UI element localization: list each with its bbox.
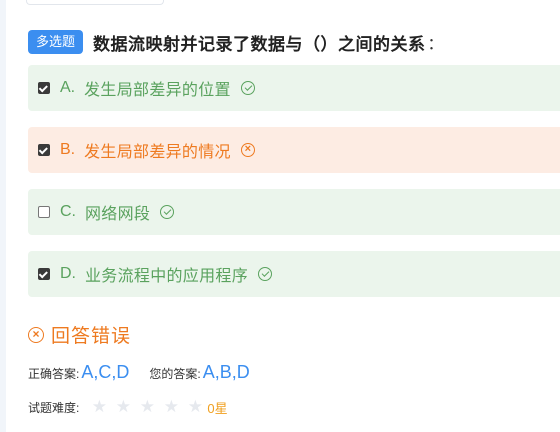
difficulty-row: 试题难度: ★ ★ ★ ★ ★ 0星 (28, 397, 228, 417)
star-icon: ★ (187, 397, 203, 416)
option-c-letter: C. (60, 203, 76, 220)
question-colon: ： (427, 36, 444, 53)
x-circle-icon: × (240, 143, 255, 157)
star-icon: ★ (91, 397, 107, 416)
option-c[interactable]: C. 网络网段 (28, 189, 560, 235)
option-a-checkbox[interactable] (38, 82, 50, 94)
option-a[interactable]: A. 发生局部差异的位置 (28, 65, 560, 111)
x-circle-icon: × (28, 326, 44, 343)
your-answer-label: 您的答案: (149, 367, 201, 381)
option-d[interactable]: D. 业务流程中的应用程序 (28, 251, 560, 297)
star-icon: ★ (163, 397, 179, 416)
check-circle-icon (160, 205, 175, 219)
option-d-text: 业务流程中的应用程序 (85, 268, 249, 285)
answer-summary: 正确答案: A,C,D 您的答案: A,B,D (28, 362, 250, 383)
option-b-checkbox[interactable] (38, 144, 50, 156)
option-b-letter: B. (60, 141, 76, 158)
difficulty-label: 试题难度: (28, 400, 80, 415)
star-icon: ★ (139, 397, 155, 416)
question-header: 多选题 数据流映射并记录了数据与（）之间的关系 ： (28, 29, 444, 55)
option-a-letter: A. (60, 79, 76, 96)
correct-answer-label: 正确答案: (28, 367, 80, 381)
answer-result: × 回答错误 (28, 321, 131, 348)
star-icon: ★ (115, 397, 131, 416)
option-c-text: 网络网段 (85, 206, 151, 223)
question-text: 数据流映射并记录了数据与（）之间的关系 (93, 34, 426, 54)
difficulty-value: 0星 (207, 400, 228, 416)
option-b[interactable]: B. 发生局部差异的情况 × (28, 127, 560, 173)
correct-answer-value: A,C,D (81, 362, 130, 382)
option-c-checkbox[interactable] (38, 206, 50, 218)
question-type-badge: 多选题 (28, 30, 84, 54)
result-text: 回答错误 (51, 326, 132, 347)
check-circle-icon (240, 81, 255, 95)
your-answer-value: A,B,D (202, 362, 250, 382)
option-b-text: 发生局部差异的情况 (84, 144, 231, 161)
option-a-text: 发生局部差异的位置 (84, 82, 231, 99)
top-dropdown-stub[interactable] (26, 0, 164, 5)
check-circle-icon (258, 267, 273, 281)
option-d-letter: D. (60, 265, 76, 282)
option-d-checkbox[interactable] (38, 268, 50, 280)
left-rail (0, 0, 6, 432)
difficulty-stars: ★ ★ ★ ★ ★ (87, 397, 207, 417)
